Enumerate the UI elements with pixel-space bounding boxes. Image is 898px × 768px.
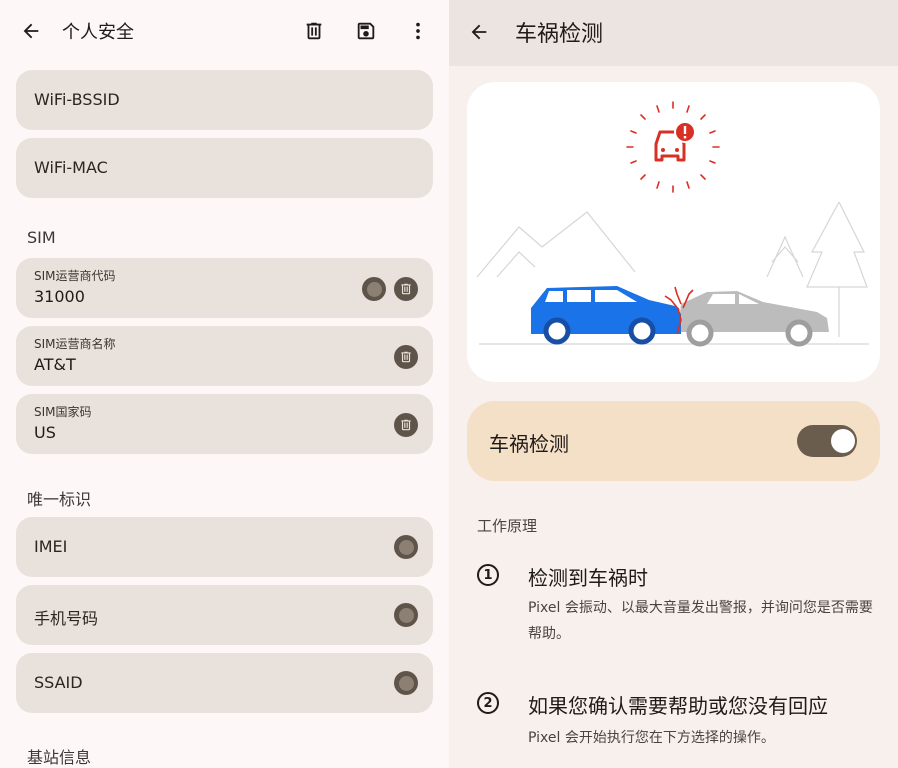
- step-1-title: 检测到车祸时: [528, 566, 648, 590]
- arrow-left-icon: [23, 23, 39, 39]
- card-label: WiFi-MAC: [34, 158, 108, 177]
- delete-field-button[interactable]: [394, 277, 418, 301]
- back-button[interactable]: [459, 12, 499, 52]
- card-value: US: [34, 423, 56, 442]
- card-label: 手机号码: [34, 609, 99, 628]
- page-title: 车祸检测: [515, 22, 604, 47]
- sim-country-code-card[interactable]: SIM国家码 US: [16, 394, 433, 454]
- card-label: WiFi-BSSID: [34, 90, 120, 109]
- card-label: SSAID: [34, 673, 83, 692]
- step-2-number-icon: 2: [477, 692, 499, 714]
- wifi-mac-card[interactable]: WiFi-MAC: [16, 138, 433, 198]
- card-caption: SIM运营商名称: [34, 337, 116, 351]
- toggle-label: 车祸检测: [489, 432, 569, 456]
- save-button[interactable]: [346, 11, 386, 51]
- left-app-bar: 个人安全: [0, 0, 449, 62]
- radio-icon[interactable]: [394, 535, 418, 559]
- step-2-description: Pixel 会开始执行您在下方选择的操作。: [528, 730, 775, 746]
- crash-detection-illustration: [467, 82, 880, 382]
- base-station-section-header: 基站信息: [27, 748, 92, 767]
- more-vert-icon: [416, 22, 420, 40]
- card-label: IMEI: [34, 537, 68, 556]
- unique-id-section-header: 唯一标识: [27, 490, 92, 509]
- ssaid-card[interactable]: SSAID: [16, 653, 433, 713]
- imei-card[interactable]: IMEI: [16, 517, 433, 577]
- crash-detection-toggle-row[interactable]: 车祸检测: [467, 401, 880, 481]
- back-button[interactable]: [11, 11, 51, 51]
- right-pane: 车祸检测 车祸检测 工作原理 1 检测到车祸时 Pixel 会振动、以最大音量发…: [449, 0, 898, 768]
- step-2-title: 如果您确认需要帮助或您没有回应: [528, 694, 828, 718]
- sim-section-header: SIM: [27, 228, 56, 247]
- step-1-number-icon: 1: [477, 564, 499, 586]
- sim-operator-code-card[interactable]: SIM运营商代码 31000: [16, 258, 433, 318]
- card-value: 31000: [34, 287, 85, 306]
- trash-icon: [401, 419, 411, 431]
- switch-knob: [831, 429, 855, 453]
- radio-icon[interactable]: [394, 671, 418, 695]
- more-options-button[interactable]: [398, 11, 438, 51]
- delete-button[interactable]: [294, 11, 334, 51]
- right-app-bar: 车祸检测: [449, 0, 898, 66]
- crash-detection-switch[interactable]: [797, 425, 857, 457]
- radio-icon[interactable]: [362, 277, 386, 301]
- sim-operator-name-card[interactable]: SIM运营商名称 AT&T: [16, 326, 433, 386]
- delete-field-button[interactable]: [394, 345, 418, 369]
- step-1-description: Pixel 会振动、以最大音量发出警报，并询问您是否需要帮助。: [528, 600, 873, 642]
- trash-icon: [401, 351, 411, 363]
- card-value: AT&T: [34, 355, 76, 374]
- phone-number-card[interactable]: 手机号码: [16, 585, 433, 645]
- trash-icon: [401, 283, 411, 295]
- card-caption: SIM运营商代码: [34, 269, 116, 283]
- delete-field-button[interactable]: [394, 413, 418, 437]
- radio-icon[interactable]: [394, 603, 418, 627]
- trash-icon: [306, 22, 322, 40]
- wifi-bssid-card[interactable]: WiFi-BSSID: [16, 70, 433, 130]
- card-caption: SIM国家码: [34, 405, 92, 419]
- arrow-left-icon: [471, 24, 487, 40]
- left-pane: 个人安全 WiFi-BSSID WiFi-MAC SIM SIM运营商代码 31…: [0, 0, 449, 768]
- save-icon: [357, 22, 375, 40]
- page-title: 个人安全: [62, 22, 134, 43]
- how-it-works-header: 工作原理: [477, 517, 538, 535]
- car-crash-illustration: [476, 101, 869, 347]
